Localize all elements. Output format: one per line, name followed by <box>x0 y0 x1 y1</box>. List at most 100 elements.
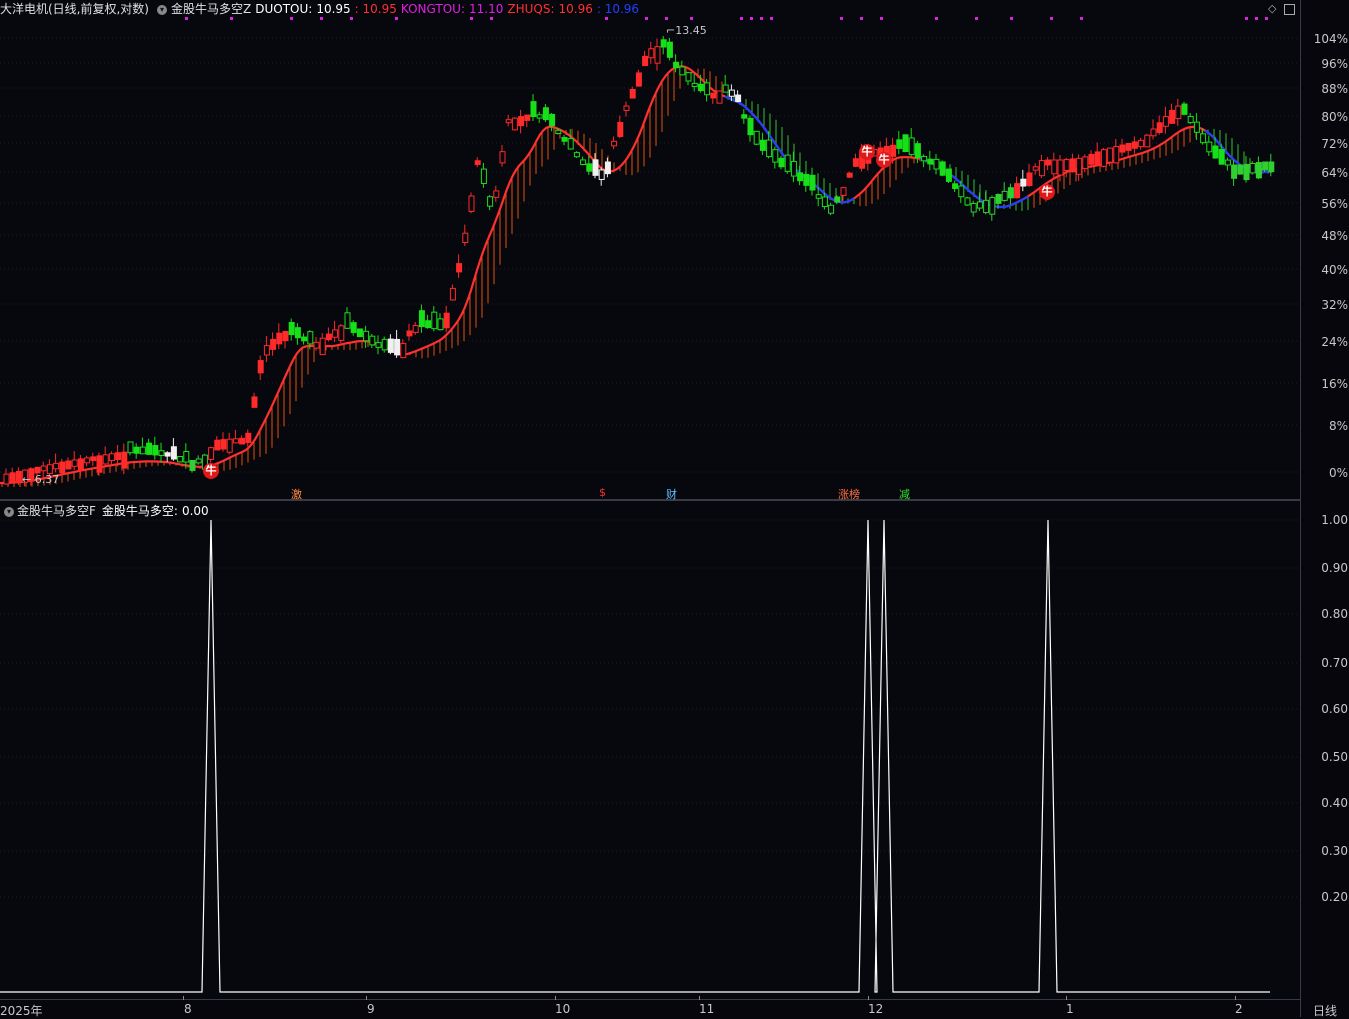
candle-body <box>536 114 543 119</box>
candle-body <box>1082 156 1089 170</box>
candle-body <box>691 82 698 87</box>
candle-body <box>803 173 810 186</box>
candle-body <box>1212 145 1219 159</box>
window-controls: ◇ <box>1268 2 1295 15</box>
signal-dot <box>880 17 883 20</box>
candle-body <box>1125 142 1132 151</box>
candle-body <box>821 196 828 208</box>
candle-body <box>325 333 332 341</box>
candle-body <box>1237 164 1244 175</box>
y-tick: 96% <box>1321 57 1348 71</box>
y-tick: 0.90 <box>1321 561 1348 575</box>
candle-body <box>735 94 742 103</box>
y-tick: 8% <box>1328 419 1348 433</box>
sub-value-label: 金股牛马多空: <box>101 504 178 518</box>
candle-body <box>666 41 673 58</box>
x-tick: 10 <box>555 1002 571 1016</box>
signal-dot <box>1080 17 1083 20</box>
candle-body <box>1144 134 1151 148</box>
signal-dot <box>935 17 938 20</box>
candle-body <box>307 331 314 345</box>
bull-signal-marker[interactable]: 牛 <box>859 144 875 160</box>
bull-signal-marker[interactable]: 牛 <box>203 463 219 479</box>
diamond-icon[interactable]: ◇ <box>1268 2 1276 15</box>
candle-body <box>84 457 91 464</box>
candle-body <box>815 194 822 199</box>
candle-body <box>499 151 506 164</box>
signal-dot <box>490 17 493 20</box>
candle-body <box>71 459 78 467</box>
candle-body <box>133 446 140 454</box>
signal-dot <box>1010 17 1013 20</box>
candle-body <box>127 441 134 454</box>
candle-body <box>604 161 611 175</box>
event-tag-dollar[interactable]: $ <box>598 486 607 499</box>
candle-body <box>381 338 388 351</box>
candle-body <box>139 446 146 455</box>
candle-body <box>177 456 184 463</box>
restore-icon[interactable] <box>1283 3 1295 15</box>
event-tag-zhangbang[interactable]: 涨榜 <box>837 486 861 502</box>
candle-body <box>1001 190 1008 201</box>
candle-body <box>914 143 921 159</box>
candle-body <box>480 168 487 184</box>
candle-body <box>896 139 903 149</box>
signal-dot <box>740 17 743 20</box>
candle-body <box>778 157 785 168</box>
candle-body <box>96 455 103 473</box>
time-axis: 2025年 8 9 10 11 12 1 2 <box>0 996 1300 1018</box>
candle-body <box>921 155 928 162</box>
signal-dot <box>1245 17 1248 20</box>
candle-body <box>635 72 642 87</box>
candle-body <box>580 159 587 166</box>
candle-body <box>319 337 326 356</box>
indicator-name[interactable]: 金股牛马多空Z <box>171 2 251 16</box>
kongtou-value: 11.10 <box>469 2 504 16</box>
candle-body <box>710 92 717 99</box>
signal-dot <box>290 17 293 20</box>
settings-icon[interactable]: ▾ <box>4 506 14 517</box>
candle-body <box>1206 141 1213 153</box>
stock-title[interactable]: 大洋电机(日线,前复权,对数) <box>0 2 149 16</box>
candle-body <box>716 90 723 104</box>
sub-indicator-name[interactable]: 金股牛马多空F <box>17 504 96 518</box>
candle-body <box>1131 141 1138 149</box>
candle-body <box>1175 105 1182 120</box>
candle-body <box>524 114 531 121</box>
x-tick: 2025年 <box>0 1004 43 1018</box>
bull-signal-marker[interactable]: 牛 <box>876 152 892 168</box>
y-tick: 0% <box>1328 466 1348 480</box>
candle-body <box>232 438 239 444</box>
candle-body <box>400 342 407 359</box>
indicator-header: ▾ 金股牛马多空F 金股牛马多空: 0.00 <box>0 502 209 519</box>
signal-dot <box>395 17 398 20</box>
event-tag-cai[interactable]: 财 <box>665 486 678 502</box>
y-tick: 0.20 <box>1321 890 1348 904</box>
x-tick: 12 <box>868 1002 884 1016</box>
candle-body <box>375 342 382 348</box>
signal-dot <box>1265 17 1268 20</box>
event-tag-ji[interactable]: 激 <box>290 486 303 502</box>
candle-body <box>1113 146 1120 164</box>
candle-body <box>970 202 977 213</box>
event-tag-jian[interactable]: 减 <box>898 486 911 502</box>
x-tick: 2 <box>1235 1002 1243 1016</box>
bull-signal-marker[interactable]: 牛 <box>1039 184 1055 200</box>
candle-body <box>1076 157 1083 175</box>
settings-icon[interactable]: ▾ <box>157 4 167 15</box>
y-tick: 32% <box>1321 298 1348 312</box>
candle-body <box>146 442 153 455</box>
candlestick-chart[interactable] <box>0 0 1300 498</box>
period-label[interactable]: 日线 <box>1313 1002 1337 1019</box>
candle-body <box>431 311 438 330</box>
candle-body <box>834 196 841 203</box>
candle-body <box>747 117 754 136</box>
candle-body <box>115 452 122 461</box>
candle-body <box>976 201 983 209</box>
candle-body <box>164 452 171 457</box>
candle-body <box>1026 172 1033 186</box>
candle-body <box>505 119 512 124</box>
candle-body <box>728 89 735 97</box>
pane-divider[interactable] <box>0 499 1300 501</box>
indicator-line-chart[interactable] <box>0 502 1300 999</box>
